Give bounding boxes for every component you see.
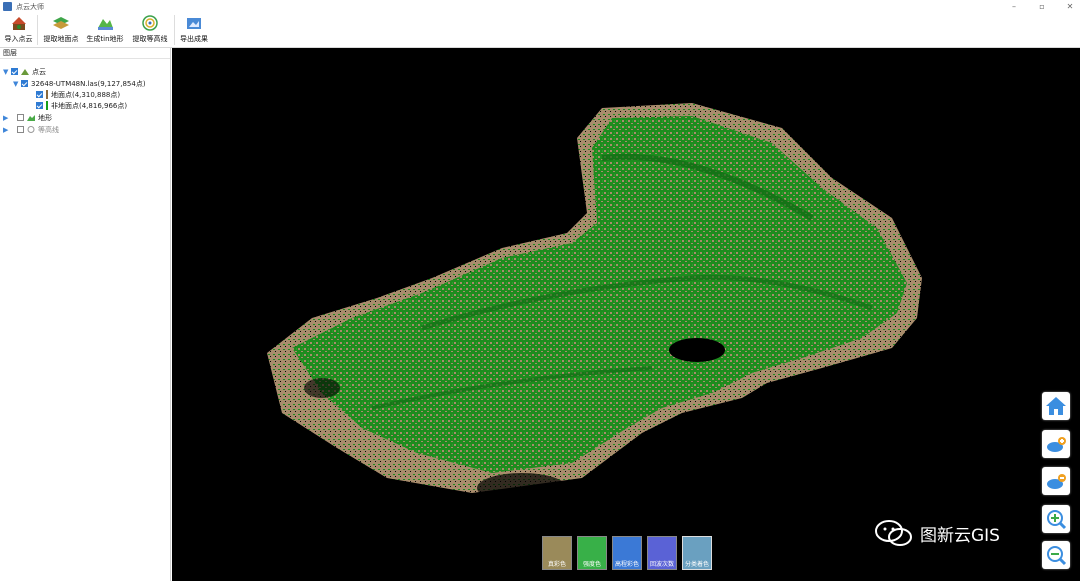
title-bar: 点云大师 – ▫ ✕ <box>0 0 1080 13</box>
tool-label: 提取地面点 <box>43 35 79 43</box>
pointcloud-icon <box>21 69 29 75</box>
layer-checkbox[interactable] <box>17 126 24 133</box>
zoom-out-icon <box>1047 546 1067 566</box>
import-pointcloud-button[interactable]: 导入点云 <box>0 13 37 48</box>
layer-item-las[interactable]: ▼ 32648-UTM48N.las(9,127,854点) <box>13 78 146 89</box>
generate-tin-button[interactable]: 生成tin地形 <box>84 13 126 48</box>
tool-label: 导入点云 <box>4 35 33 43</box>
tool-label: 导出成果 <box>180 35 208 43</box>
maximize-button[interactable]: ▫ <box>1027 0 1057 13</box>
app-icon <box>3 2 12 11</box>
layer-checkbox[interactable] <box>36 102 43 109</box>
layer-item-contour[interactable]: ▶ 等高线 <box>3 124 59 135</box>
layer-label: 点云 <box>32 67 46 76</box>
layer-checkbox[interactable] <box>11 68 18 75</box>
zoom-out-button[interactable] <box>1042 541 1070 569</box>
render-mode-bar: 真彩色 强度色 高程彩色 回波次数 分类着色 <box>542 536 712 570</box>
render-mode-label: 分类着色 <box>684 561 709 568</box>
cloud-add-button[interactable] <box>1042 430 1070 458</box>
nonground-color-swatch <box>46 101 48 110</box>
zoom-in-button[interactable] <box>1042 505 1070 533</box>
cloud-remove-button[interactable] <box>1042 467 1070 495</box>
layer-label: 等高线 <box>38 125 59 134</box>
extract-ground-icon <box>52 15 70 31</box>
chevron-right-icon[interactable]: ▶ <box>3 114 11 122</box>
render-mode-label: 真彩色 <box>547 561 566 568</box>
ground-color-swatch <box>46 90 48 99</box>
layer-item-ground[interactable]: 地面点(4,310,888点) <box>36 89 120 100</box>
generate-tin-icon <box>96 15 114 31</box>
intensity-color-button[interactable]: 强度色 <box>577 536 607 570</box>
zoom-in-icon <box>1047 510 1067 530</box>
watermark: 图新云GIS <box>874 518 1000 548</box>
data-gap <box>477 473 567 503</box>
export-result-icon <box>185 15 203 31</box>
elevation-color-button[interactable]: 高程彩色 <box>612 536 642 570</box>
return-number-button[interactable]: 回波次数 <box>647 536 677 570</box>
home-icon <box>1046 397 1066 415</box>
chevron-right-icon[interactable]: ▶ <box>3 126 11 134</box>
home-button[interactable] <box>1042 392 1070 420</box>
layer-item-nonground[interactable]: 非地面点(4,816,966点) <box>36 100 127 111</box>
import-pointcloud-icon <box>10 15 28 31</box>
extract-ground-button[interactable]: 提取地面点 <box>38 13 84 48</box>
layer-label: 地形 <box>38 113 52 122</box>
layer-label: 地面点(4,310,888点) <box>51 90 121 99</box>
layer-checkbox[interactable] <box>21 80 28 87</box>
true-color-button[interactable]: 真彩色 <box>542 536 572 570</box>
data-gap <box>304 378 340 398</box>
minimize-button[interactable]: – <box>999 0 1029 13</box>
layer-checkbox[interactable] <box>17 114 24 121</box>
chevron-down-icon[interactable]: ▼ <box>3 68 11 76</box>
layer-item-pointcloud[interactable]: ▼ 点云 <box>3 66 46 77</box>
layer-checkbox[interactable] <box>36 91 43 98</box>
data-gap <box>669 338 725 362</box>
extract-contour-button[interactable]: 提取等高线 <box>126 13 174 48</box>
cloud-add-icon <box>1047 437 1066 452</box>
contour-icon <box>27 126 35 133</box>
tool-label: 提取等高线 <box>132 35 168 43</box>
classification-color-button[interactable]: 分类着色 <box>682 536 712 570</box>
window-title: 点云大师 <box>16 2 44 11</box>
close-button[interactable]: ✕ <box>1055 0 1080 13</box>
render-mode-label: 回波次数 <box>649 561 674 568</box>
extract-contour-icon <box>141 15 159 31</box>
pointcloud-render[interactable] <box>172 48 1080 581</box>
layer-label: 非地面点(4,816,966点) <box>51 101 128 110</box>
wechat-icon <box>875 520 912 546</box>
render-mode-label: 强度色 <box>582 561 601 568</box>
layer-label: 32648-UTM48N.las(9,127,854点) <box>31 79 146 88</box>
watermark-text: 图新云GIS <box>920 525 1000 546</box>
chevron-down-icon[interactable]: ▼ <box>13 80 21 88</box>
tool-label: 生成tin地形 <box>86 35 124 43</box>
layer-panel: 图层 ▼ 点云 ▼ 32648-UTM48N.las(9,127,854点) 地… <box>0 48 171 581</box>
layer-item-terrain[interactable]: ▶ 地形 <box>3 112 52 123</box>
pointcloud-viewport[interactable] <box>172 48 1080 581</box>
render-mode-label: 高程彩色 <box>614 561 639 568</box>
terrain-icon <box>27 115 35 121</box>
export-result-button[interactable]: 导出成果 <box>175 13 213 48</box>
cloud-remove-icon <box>1047 474 1066 489</box>
toolbar: 导入点云 提取地面点 生成tin地形 提取等高线 导出成果 <box>0 13 1080 48</box>
panel-title: 图层 <box>0 48 170 59</box>
